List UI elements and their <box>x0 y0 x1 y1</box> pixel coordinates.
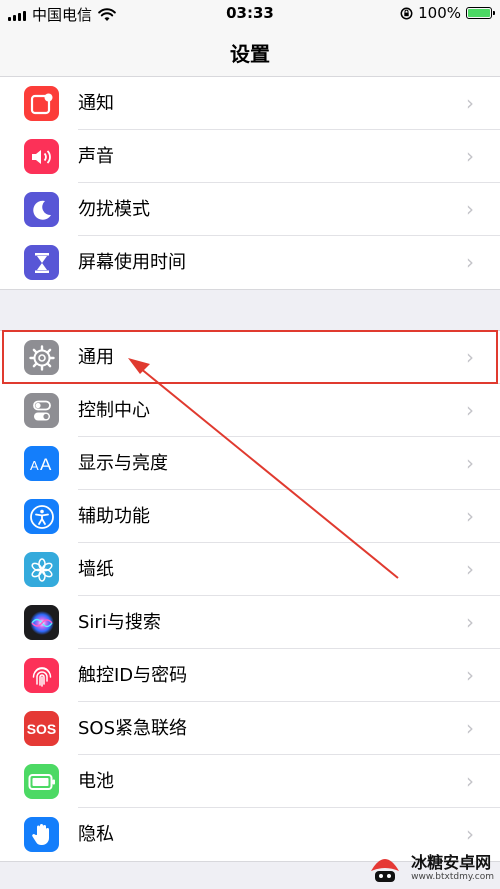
settings-row-wallpaper[interactable]: 墙纸 › <box>0 543 500 596</box>
text-size-icon: AA <box>24 446 59 481</box>
hand-icon <box>24 817 59 852</box>
watermark-url: www.btxtdmy.com <box>411 872 494 882</box>
settings-row-label: 电池 <box>78 771 114 792</box>
chevron-right-icon: › <box>466 610 474 634</box>
settings-row-do-not-disturb[interactable]: 勿扰模式 › <box>0 183 500 236</box>
settings-row-label: 通知 <box>78 93 114 114</box>
chevron-right-icon: › <box>466 197 474 221</box>
status-right: 100% <box>400 4 495 22</box>
fingerprint-icon <box>24 658 59 693</box>
chevron-right-icon: › <box>466 345 474 369</box>
sos-icon-text: SOS <box>26 720 57 737</box>
gear-icon <box>24 340 59 375</box>
sound-icon <box>24 139 59 174</box>
hourglass-icon <box>24 245 59 280</box>
settings-row-label: 勿扰模式 <box>78 199 150 220</box>
chevron-right-icon: › <box>466 398 474 422</box>
status-bar: 中国电信 03:33 100% <box>0 0 500 26</box>
chevron-right-icon: › <box>466 451 474 475</box>
battery-percent: 100% <box>418 4 461 22</box>
settings-row-label: 通用 <box>78 347 114 368</box>
chevron-right-icon: › <box>466 716 474 740</box>
orientation-lock-icon <box>400 7 413 19</box>
settings-row-label: 声音 <box>78 146 114 167</box>
settings-row-battery[interactable]: 电池 › <box>0 755 500 808</box>
chevron-right-icon: › <box>466 144 474 168</box>
nav-bar: 设置 <box>0 26 500 78</box>
settings-row-label: 墙纸 <box>78 559 114 580</box>
settings-row-display-brightness[interactable]: AA 显示与亮度 › <box>0 437 500 490</box>
settings-row-label: 屏幕使用时间 <box>78 252 186 273</box>
settings-row-label: 辅助功能 <box>78 506 150 527</box>
settings-row-siri-search[interactable]: Siri与搜索 › <box>0 596 500 649</box>
settings-row-emergency-sos[interactable]: SOS SOS紧急联络 › <box>0 702 500 755</box>
settings-row-label: Siri与搜索 <box>78 612 161 633</box>
settings-row-screen-time[interactable]: 屏幕使用时间 › <box>0 236 500 289</box>
battery-icon <box>466 7 495 19</box>
settings-row-sounds[interactable]: 声音 › <box>0 130 500 183</box>
svg-text:A: A <box>40 455 52 474</box>
svg-text:A: A <box>30 458 39 473</box>
siri-icon <box>24 605 59 640</box>
settings-row-control-center[interactable]: 控制中心 › <box>0 384 500 437</box>
settings-group-1: 通知 › 声音 › 勿扰模式 › 屏幕使用时间 › <box>0 76 500 290</box>
chevron-right-icon: › <box>466 663 474 687</box>
settings-row-accessibility[interactable]: 辅助功能 › <box>0 490 500 543</box>
watermark-logo-icon <box>371 859 400 882</box>
chevron-right-icon: › <box>466 250 474 274</box>
moon-icon <box>24 192 59 227</box>
settings-row-label: 控制中心 <box>78 400 150 421</box>
settings-row-label: 显示与亮度 <box>78 453 168 474</box>
chevron-right-icon: › <box>466 91 474 115</box>
sos-icon: SOS <box>24 711 59 746</box>
flower-icon <box>24 552 59 587</box>
watermark-name: 冰糖安卓网 <box>411 853 492 872</box>
chevron-right-icon: › <box>466 557 474 581</box>
battery-icon <box>24 764 59 799</box>
settings-row-touch-id-passcode[interactable]: 触控ID与密码 › <box>0 649 500 702</box>
settings-group-2: 通用 › 控制中心 › AA 显示与亮度 › 辅助功能 › 墙纸 › Siri与… <box>0 330 500 862</box>
settings-row-label: SOS紧急联络 <box>78 718 188 739</box>
accessibility-icon <box>24 499 59 534</box>
notification-icon <box>24 86 59 121</box>
chevron-right-icon: › <box>466 769 474 793</box>
toggles-icon <box>24 393 59 428</box>
watermark: 冰糖安卓网 www.btxtdmy.com <box>365 851 494 885</box>
settings-row-notifications[interactable]: 通知 › <box>0 77 500 130</box>
settings-row-general[interactable]: 通用 › <box>0 331 500 384</box>
page-title: 设置 <box>230 42 270 66</box>
settings-row-label: 隐私 <box>78 824 114 845</box>
chevron-right-icon: › <box>466 504 474 528</box>
settings-row-label: 触控ID与密码 <box>78 665 188 686</box>
